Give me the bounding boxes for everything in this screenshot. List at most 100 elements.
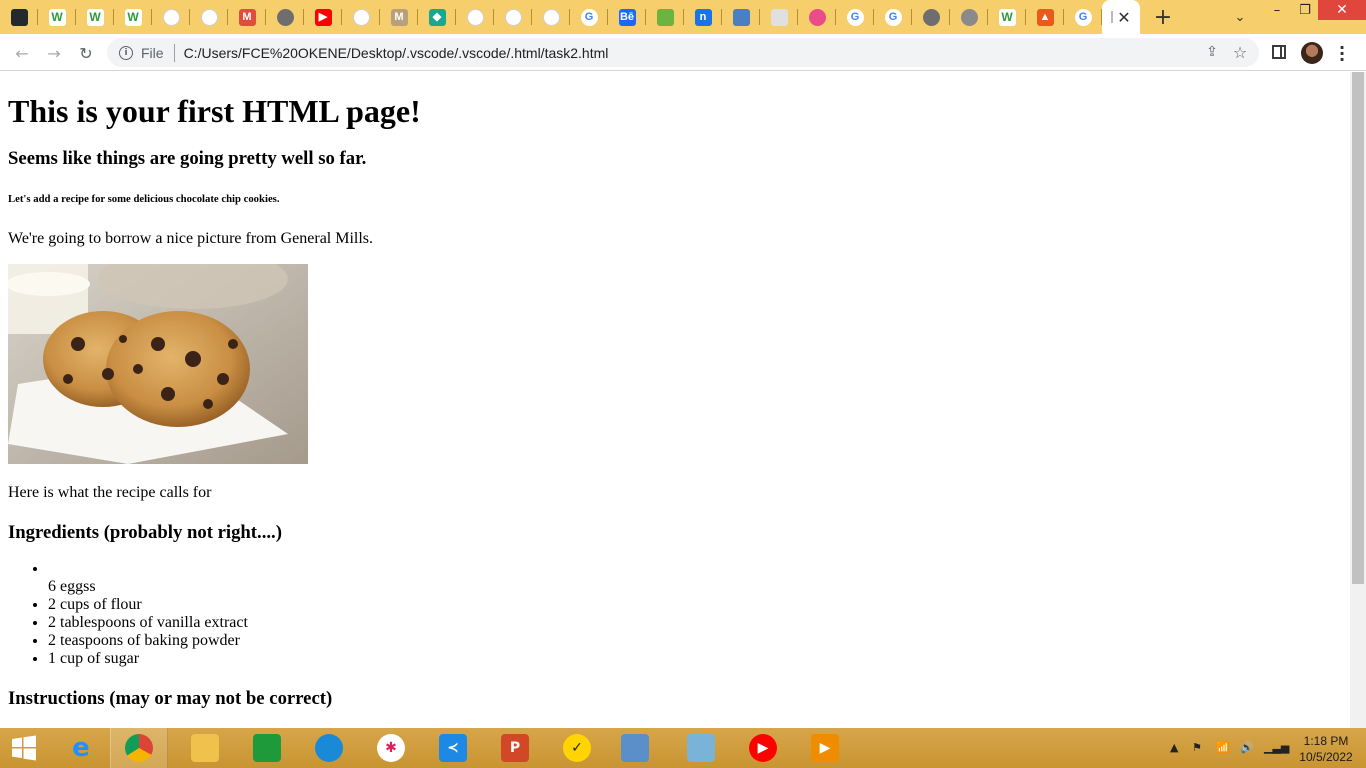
file-explorer-icon: [191, 734, 219, 762]
leaf-icon: [656, 8, 674, 26]
cookie-image: [8, 264, 308, 464]
back-button[interactable]: ←: [8, 39, 36, 67]
browser-tab[interactable]: [342, 0, 380, 34]
vscode-icon: ≺: [439, 734, 467, 762]
browser-tab[interactable]: W: [38, 0, 76, 34]
browser-tab[interactable]: G: [874, 0, 912, 34]
minimize-button[interactable]: –: [1262, 0, 1292, 20]
forward-button[interactable]: →: [40, 39, 68, 67]
cookie-photo-icon: [8, 264, 308, 464]
browser-tab[interactable]: ◆: [418, 0, 456, 34]
google-icon: G: [884, 8, 902, 26]
profile-avatar[interactable]: [1301, 42, 1323, 64]
active-tab-favicon: [1111, 11, 1114, 23]
window-close-button[interactable]: ✕: [1318, 0, 1366, 20]
norton-icon: ✓: [563, 734, 591, 762]
action-center-flag-icon[interactable]: ⚑: [1192, 741, 1202, 754]
taskbar-vscode-button[interactable]: ≺: [424, 728, 482, 768]
page-scrollbar[interactable]: [1350, 72, 1366, 728]
browser-tab[interactable]: [190, 0, 228, 34]
browser-tab[interactable]: W: [988, 0, 1026, 34]
close-tab-icon[interactable]: ✕: [1117, 8, 1130, 27]
volume-icon[interactable]: 🔊: [1240, 741, 1254, 754]
scrollbar-thumb[interactable]: [1352, 72, 1364, 584]
github-icon: [10, 8, 28, 26]
browser-tab[interactable]: ▲: [1026, 0, 1064, 34]
new-tab-button[interactable]: +: [1148, 2, 1178, 32]
browser-tab[interactable]: M: [228, 0, 266, 34]
browser-tab[interactable]: Bē: [608, 0, 646, 34]
mountain-icon: ▲: [1036, 8, 1054, 26]
edge-icon: [315, 734, 343, 762]
active-browser-tab[interactable]: ✕: [1102, 0, 1140, 34]
network-icon[interactable]: 📶: [1216, 741, 1230, 754]
reload-button[interactable]: ↻: [72, 39, 100, 67]
browser-tab[interactable]: [0, 0, 38, 34]
page-icon: [504, 8, 522, 26]
browser-tab[interactable]: [760, 0, 798, 34]
browser-tab[interactable]: [152, 0, 190, 34]
restore-button[interactable]: ❐: [1290, 0, 1320, 20]
url-text[interactable]: C:/Users/FCE%20OKENE/Desktop/.vscode/.vs…: [184, 45, 609, 61]
taskbar-store-button[interactable]: [238, 728, 296, 768]
tab-list: W W W M ▶ M ◆ G Bē n G G W ▲ G ✕: [0, 0, 1140, 34]
browser-tab[interactable]: [722, 0, 760, 34]
browser-tab[interactable]: [912, 0, 950, 34]
behance-icon: Bē: [618, 8, 636, 26]
list-item: 6 eggss: [48, 560, 1350, 596]
clock-date[interactable]: 10/5/2022: [1290, 750, 1362, 764]
bookmark-star-icon[interactable]: ☆: [1231, 43, 1249, 62]
browser-tab[interactable]: n: [684, 0, 722, 34]
side-panel-icon[interactable]: [1272, 45, 1286, 59]
taskbar-file-explorer-button[interactable]: [176, 728, 234, 768]
clock-time[interactable]: 1:18 PM: [1296, 734, 1356, 748]
google-icon: G: [1074, 8, 1092, 26]
taskbar-norton-button[interactable]: ✓: [548, 728, 606, 768]
taskbar-photos-button[interactable]: [606, 728, 664, 768]
share-icon[interactable]: ⇪: [1203, 44, 1221, 62]
browser-tab[interactable]: [798, 0, 836, 34]
page-icon: [200, 8, 218, 26]
address-bar[interactable]: i File C:/Users/FCE%20OKENE/Desktop/.vsc…: [107, 38, 1259, 67]
taskbar-chrome-button[interactable]: [110, 728, 168, 768]
globe-icon: [276, 8, 294, 26]
taskbar-slack-button[interactable]: ✱: [362, 728, 420, 768]
browser-tab[interactable]: [532, 0, 570, 34]
browser-tab[interactable]: [646, 0, 684, 34]
store-icon: [253, 734, 281, 762]
windows-logo-icon: [12, 735, 36, 761]
browser-tab[interactable]: W: [76, 0, 114, 34]
browser-tab[interactable]: M: [380, 0, 418, 34]
browser-tab[interactable]: [494, 0, 532, 34]
browser-tab[interactable]: [266, 0, 304, 34]
start-button[interactable]: [8, 734, 40, 762]
taskbar-notepad-button[interactable]: [672, 728, 730, 768]
taskbar-edge-button[interactable]: [300, 728, 358, 768]
list-item: 1 cup of sugar: [48, 650, 1350, 668]
diamond-icon: ◆: [428, 8, 446, 26]
signal-bars-icon[interactable]: ▁▃▅: [1264, 741, 1289, 754]
taskbar-powerpoint-button[interactable]: P: [486, 728, 544, 768]
notepad-icon: [687, 734, 715, 762]
info-icon[interactable]: i: [119, 45, 133, 60]
page-icon: [466, 8, 484, 26]
browser-tab[interactable]: W: [114, 0, 152, 34]
show-hidden-icons-icon[interactable]: ▲: [1170, 741, 1178, 754]
browser-toolbar: ← → ↻ i File C:/Users/FCE%20OKENE/Deskto…: [0, 34, 1366, 71]
ie-icon: e: [72, 733, 90, 763]
slack-icon: ✱: [377, 734, 405, 762]
w-icon: W: [86, 8, 104, 26]
menu-kebab-icon[interactable]: · · ·: [1334, 40, 1350, 68]
taskbar-ie-button[interactable]: e: [52, 728, 110, 768]
browser-tab[interactable]: [950, 0, 988, 34]
browser-tab[interactable]: G: [570, 0, 608, 34]
browser-tab[interactable]: G: [1064, 0, 1102, 34]
browser-tab[interactable]: ▶: [304, 0, 342, 34]
ingredients-heading: Ingredients (probably not right....): [8, 522, 282, 543]
taskbar-youtube-music-button[interactable]: ▶: [734, 728, 792, 768]
taskbar-media-player-button[interactable]: ▶: [796, 728, 854, 768]
browser-tab[interactable]: [456, 0, 494, 34]
recipe-intro: Here is what the recipe calls for: [8, 484, 212, 501]
browser-tab[interactable]: G: [836, 0, 874, 34]
tab-search-button[interactable]: ⌄: [1226, 5, 1254, 29]
